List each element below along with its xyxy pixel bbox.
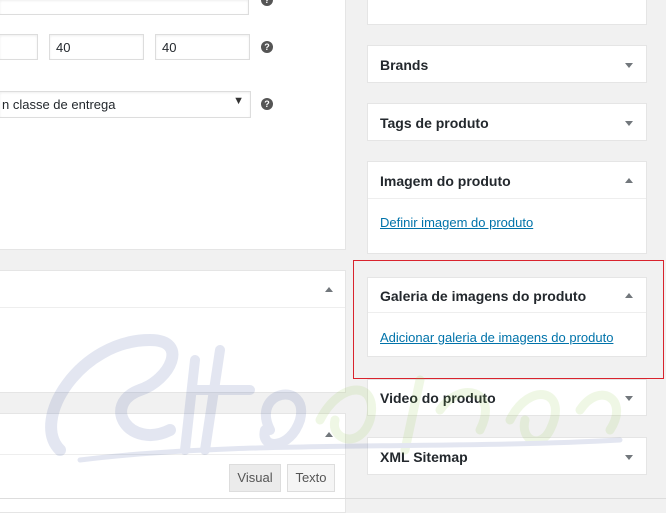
shipping-class-value: n classe de entrega bbox=[2, 97, 116, 112]
product-image-box: Imagem do produto Definir imagem do prod… bbox=[367, 161, 647, 254]
brands-title: Brands bbox=[380, 57, 429, 73]
xml-sitemap-title: XML Sitemap bbox=[380, 449, 468, 465]
product-image-title: Imagem do produto bbox=[380, 173, 511, 189]
tab-visual[interactable]: Visual bbox=[229, 464, 281, 492]
set-product-image-link[interactable]: Definir imagem do produto bbox=[380, 215, 533, 230]
product-data-panel: ? 40 40 ? n classe de entrega ▼ ? bbox=[0, 0, 346, 250]
chevron-down-icon[interactable] bbox=[625, 63, 633, 68]
toggle-up-icon[interactable] bbox=[325, 432, 333, 437]
chevron-down-icon: ▼ bbox=[233, 95, 244, 107]
width-input[interactable]: 40 bbox=[49, 34, 144, 60]
tab-text[interactable]: Texto bbox=[287, 464, 335, 492]
video-title: Video do produto bbox=[380, 390, 496, 406]
help-icon[interactable]: ? bbox=[261, 41, 273, 53]
help-icon[interactable]: ? bbox=[261, 0, 273, 6]
tags-box[interactable]: Tags de produto bbox=[367, 103, 647, 141]
chevron-up-icon[interactable] bbox=[625, 178, 633, 183]
shipping-class-select[interactable]: n classe de entrega ▼ bbox=[0, 91, 251, 118]
collapsed-metabox bbox=[0, 270, 346, 393]
sidebar-top-box bbox=[367, 0, 647, 25]
chevron-down-icon[interactable] bbox=[625, 121, 633, 126]
height-input[interactable]: 40 bbox=[155, 34, 250, 60]
chevron-down-icon[interactable] bbox=[625, 396, 633, 401]
height-value: 40 bbox=[162, 40, 177, 55]
chevron-down-icon[interactable] bbox=[625, 455, 633, 460]
brands-box[interactable]: Brands bbox=[367, 45, 647, 83]
length-input[interactable] bbox=[0, 34, 38, 60]
tags-title: Tags de produto bbox=[380, 115, 489, 131]
toggle-up-icon[interactable] bbox=[325, 287, 333, 292]
footer-divider bbox=[0, 498, 666, 499]
top-input-field[interactable] bbox=[0, 0, 249, 15]
video-box[interactable]: Video do produto bbox=[367, 379, 647, 416]
help-icon[interactable]: ? bbox=[261, 98, 273, 110]
highlight-frame bbox=[353, 260, 664, 379]
xml-sitemap-box[interactable]: XML Sitemap bbox=[367, 437, 647, 475]
width-value: 40 bbox=[56, 40, 71, 55]
